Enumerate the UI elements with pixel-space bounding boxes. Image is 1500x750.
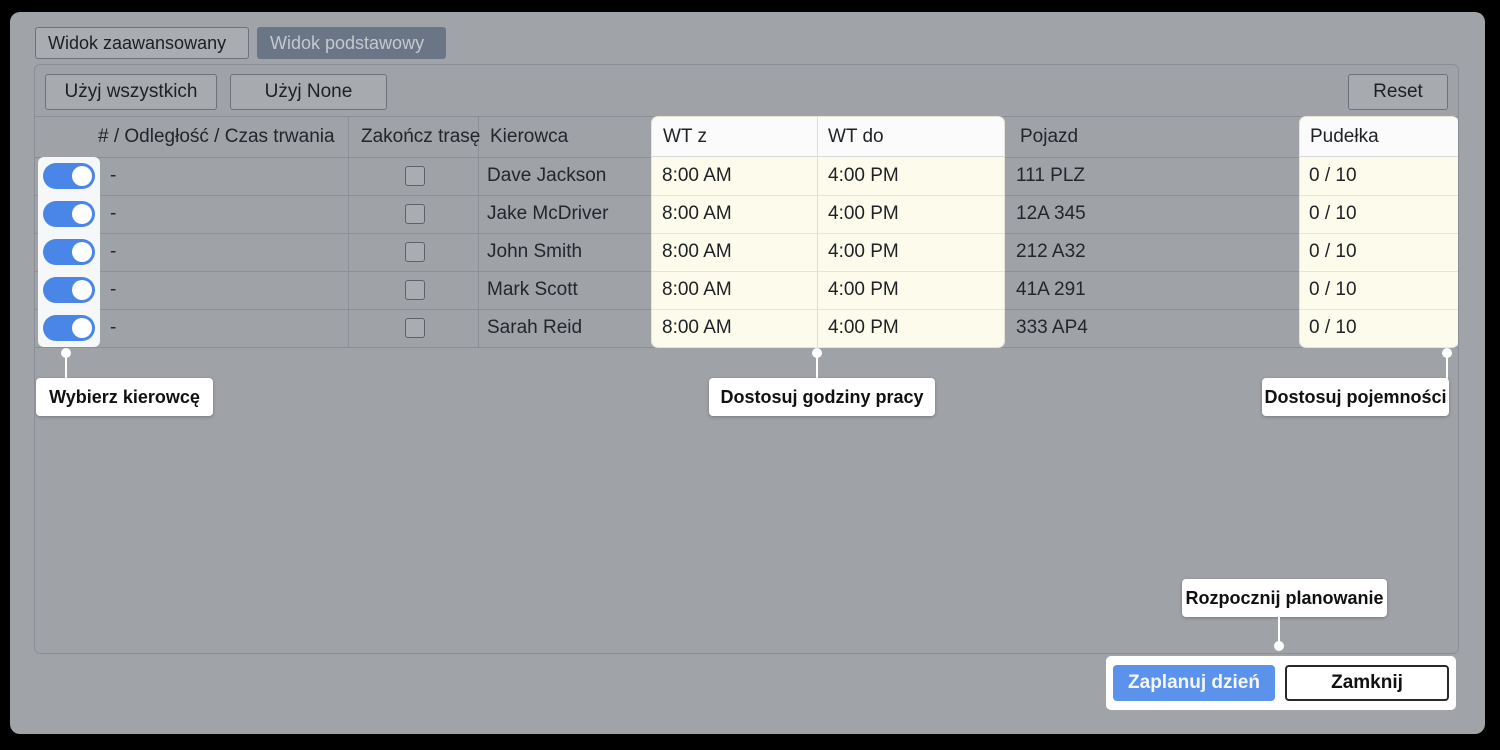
boxes-value[interactable]: 0 / 10 (1309, 309, 1357, 347)
end-route-checkbox[interactable] (405, 280, 425, 300)
row-stats: - (110, 165, 117, 186)
callout-dot (1274, 641, 1284, 651)
header-wt-to[interactable]: WT do (828, 117, 884, 157)
end-route-checkbox[interactable] (405, 242, 425, 262)
callout-start-planning: Rozpocznij planowanie (1182, 579, 1387, 617)
row-stats: - (110, 279, 117, 300)
wt-to-value[interactable]: 4:00 PM (828, 195, 899, 233)
row-driver: Sarah Reid (487, 317, 583, 338)
row-stats: - (110, 241, 117, 262)
callout-adjust-hours: Dostosuj godziny pracy (709, 378, 935, 416)
column-divider (348, 117, 349, 347)
boxes-value[interactable]: 0 / 10 (1309, 195, 1357, 233)
driver-toggle[interactable] (43, 277, 95, 303)
toggle-knob (72, 242, 92, 262)
driver-toggle[interactable] (43, 201, 95, 227)
tab-advanced-view[interactable]: Widok zaawansowany (35, 27, 249, 59)
end-route-checkbox[interactable] (405, 318, 425, 338)
callout-leader (1278, 617, 1280, 643)
header-wt-from[interactable]: WT z (663, 117, 707, 157)
toggle-knob (72, 280, 92, 300)
toggle-knob (72, 166, 92, 186)
header-end-route[interactable]: Zakończ trasę (361, 117, 480, 157)
callout-leader (1446, 355, 1448, 379)
wt-from-value[interactable]: 8:00 AM (662, 157, 732, 195)
callout-select-driver: Wybierz kierowcę (36, 378, 213, 416)
boxes-value[interactable]: 0 / 10 (1309, 271, 1357, 309)
driver-toggle[interactable] (43, 163, 95, 189)
working-hours-columns: WT z WT do 8:00 AM 4:00 PM 8:00 AM 4:00 … (652, 117, 1004, 347)
row-driver: John Smith (487, 241, 583, 262)
wt-from-value[interactable]: 8:00 AM (662, 309, 732, 347)
use-none-button[interactable]: Użyj None (230, 74, 387, 110)
row-vehicle[interactable]: 333 AP4 (1016, 309, 1088, 347)
column-divider (817, 117, 818, 347)
header-boxes[interactable]: Pudełka (1310, 117, 1379, 157)
capacity-column: Pudełka 0 / 10 0 / 10 0 / 10 0 / 10 0 / … (1300, 117, 1458, 347)
toggle-knob (72, 318, 92, 338)
end-route-checkbox[interactable] (405, 204, 425, 224)
callout-leader (816, 355, 818, 379)
wt-to-value[interactable]: 4:00 PM (828, 233, 899, 271)
row-vehicle[interactable]: 12A 345 (1016, 195, 1086, 233)
callout-adjust-capacity: Dostosuj pojemności (1262, 378, 1449, 416)
end-route-checkbox[interactable] (405, 166, 425, 186)
table-bottom-border (35, 347, 1458, 348)
driver-table-panel: Użyj wszystkich Użyj None Reset # / Odle… (34, 64, 1459, 654)
wt-to-value[interactable]: 4:00 PM (828, 309, 899, 347)
driver-toggle[interactable] (43, 239, 95, 265)
dialog-window: Widok zaawansowany Widok podstawowy Użyj… (10, 12, 1485, 734)
wt-to-value[interactable]: 4:00 PM (828, 157, 899, 195)
row-driver: Mark Scott (487, 279, 578, 300)
row-vehicle[interactable]: 111 PLZ (1016, 157, 1085, 195)
row-driver: Jake McDriver (487, 203, 609, 224)
row-vehicle[interactable]: 41A 291 (1016, 271, 1086, 309)
header-num-distance-duration[interactable]: # / Odległość / Czas trwania (98, 117, 335, 157)
boxes-value[interactable]: 0 / 10 (1309, 233, 1357, 271)
wt-from-value[interactable]: 8:00 AM (662, 195, 732, 233)
tab-basic-view[interactable]: Widok podstawowy (257, 27, 446, 59)
header-vehicle[interactable]: Pojazd (1020, 117, 1078, 157)
callout-leader (65, 355, 67, 379)
row-stats: - (110, 317, 117, 338)
row-driver: Dave Jackson (487, 165, 607, 186)
row-stats: - (110, 203, 117, 224)
wt-to-value[interactable]: 4:00 PM (828, 271, 899, 309)
wt-from-value[interactable]: 8:00 AM (662, 271, 732, 309)
toggle-knob (72, 204, 92, 224)
close-button[interactable]: Zamknij (1285, 665, 1449, 701)
action-buttons-group: Zaplanuj dzień Zamknij (1106, 656, 1456, 710)
reset-button[interactable]: Reset (1348, 74, 1448, 110)
driver-toggle[interactable] (43, 315, 95, 341)
boxes-value[interactable]: 0 / 10 (1309, 157, 1357, 195)
wt-from-value[interactable]: 8:00 AM (662, 233, 732, 271)
row-vehicle[interactable]: 212 A32 (1016, 233, 1086, 271)
header-driver[interactable]: Kierowca (490, 117, 568, 157)
use-all-button[interactable]: Użyj wszystkich (45, 74, 217, 110)
driver-select-column (38, 157, 100, 347)
plan-day-button[interactable]: Zaplanuj dzień (1113, 665, 1275, 701)
